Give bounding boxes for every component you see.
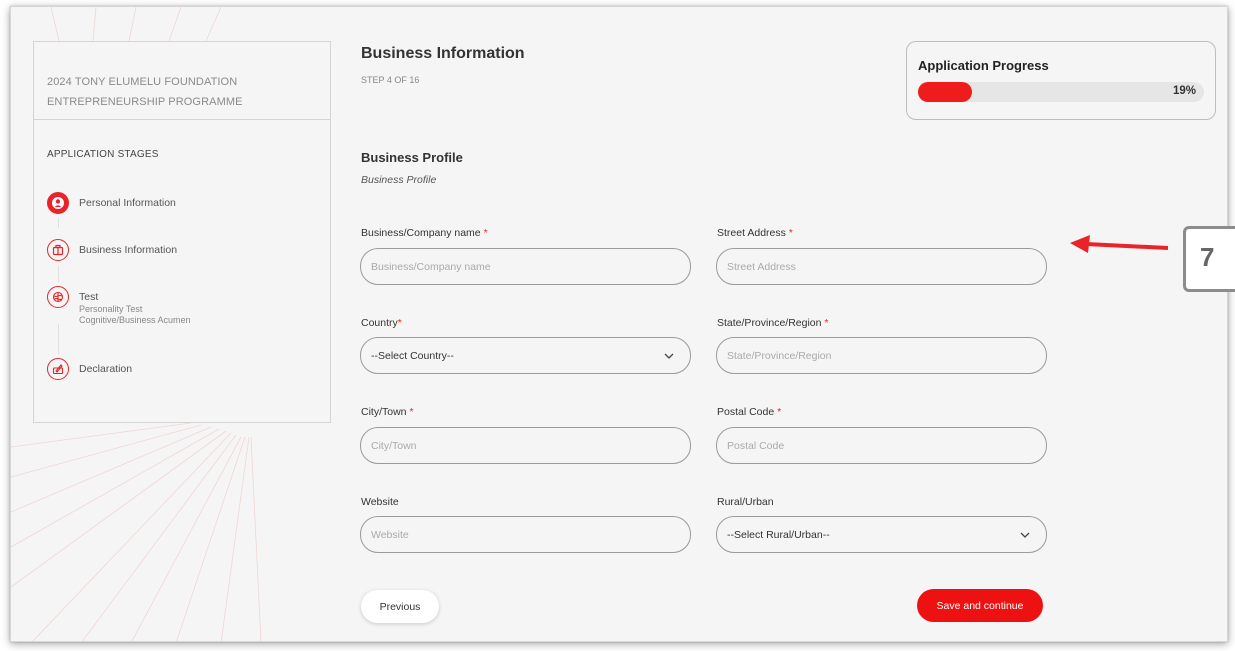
page-title: Business Information	[361, 45, 525, 62]
postal-code-label-text: Postal Code	[717, 406, 775, 418]
progress-bar: 19%	[918, 82, 1204, 102]
application-sidebar: 2024 TONY ELUMELU FOUNDATION ENTREPRENEU…	[33, 41, 331, 423]
stage-sub-cognitive: Cognitive/Business Acumen	[79, 315, 191, 325]
website-label-text: Website	[361, 496, 399, 508]
website-input[interactable]	[360, 516, 691, 553]
required-mark: *	[777, 406, 782, 418]
rural-urban-selected-value: --Select Rural/Urban--	[727, 528, 830, 541]
stage-business-information[interactable]: Business Information	[47, 239, 177, 261]
section-subtitle: Business Profile	[361, 174, 437, 186]
stage-test[interactable]: Test Personality Test Cognitive/Business…	[47, 286, 191, 326]
state-input[interactable]	[716, 337, 1047, 374]
company-name-label-text: Business/Company name	[361, 227, 481, 239]
stages-heading: APPLICATION STAGES	[47, 149, 159, 160]
annotation-arrow-icon	[1070, 235, 1169, 253]
rural-urban-label-text: Rural/Urban	[717, 496, 774, 508]
programme-title-line1: 2024 TONY ELUMELU FOUNDATION	[47, 76, 238, 88]
progress-title: Application Progress	[918, 58, 1049, 73]
postal-code-input[interactable]	[716, 427, 1047, 464]
rural-urban-select[interactable]: --Select Rural/Urban--	[716, 516, 1047, 553]
required-mark: *	[409, 406, 414, 418]
stage-connector	[58, 218, 59, 228]
chevron-down-icon	[1020, 532, 1030, 538]
required-mark: *	[483, 227, 488, 239]
state-label: State/Province/Region *	[717, 317, 829, 329]
progress-percent: 19%	[1172, 85, 1196, 97]
required-mark: *	[824, 317, 829, 329]
country-label: Country*	[361, 317, 402, 329]
country-selected-value: --Select Country--	[371, 349, 454, 362]
state-label-text: State/Province/Region	[717, 317, 822, 329]
country-select[interactable]: --Select Country--	[360, 337, 691, 374]
stage-declaration[interactable]: Declaration	[47, 358, 132, 380]
previous-button[interactable]: Previous	[361, 590, 439, 623]
country-label-text: Country	[361, 317, 398, 329]
signature-icon	[47, 358, 69, 380]
briefcase-icon	[47, 239, 69, 261]
company-name-label: Business/Company name *	[361, 227, 488, 239]
required-mark: *	[397, 317, 402, 329]
website-label: Website	[361, 496, 399, 508]
programme-title-line2: ENTREPRENEURSHIP PROGRAMME	[47, 96, 243, 108]
application-window: 2024 TONY ELUMELU FOUNDATION ENTREPRENEU…	[10, 6, 1228, 642]
application-progress-card: Application Progress 19%	[906, 41, 1216, 120]
section-title: Business Profile	[361, 150, 463, 165]
brain-icon	[47, 286, 69, 308]
stage-connector	[58, 324, 59, 354]
city-label: City/Town *	[361, 406, 414, 418]
programme-title: 2024 TONY ELUMELU FOUNDATION ENTREPRENEU…	[34, 42, 330, 120]
street-address-label-text: Street Address	[717, 227, 786, 239]
stage-label: Test	[79, 291, 99, 303]
required-mark: *	[788, 227, 793, 239]
street-address-input[interactable]	[716, 248, 1047, 285]
user-icon	[47, 192, 69, 214]
progress-bar-fill	[918, 82, 973, 102]
company-name-input[interactable]	[360, 248, 691, 285]
annotation-step-number: 7	[1183, 226, 1235, 292]
stage-label: Declaration	[79, 363, 133, 375]
street-address-label: Street Address *	[717, 227, 793, 239]
rural-urban-label: Rural/Urban	[717, 496, 774, 508]
stage-sub-personality: Personality Test	[79, 304, 143, 314]
step-indicator: STEP 4 OF 16	[361, 75, 420, 85]
stage-connector	[58, 266, 59, 282]
city-label-text: City/Town	[361, 406, 407, 418]
chevron-down-icon	[664, 353, 674, 359]
stage-label: Business Information	[79, 244, 178, 256]
city-input[interactable]	[360, 427, 691, 464]
postal-code-label: Postal Code *	[717, 406, 781, 418]
stage-label: Personal Information	[79, 197, 176, 209]
save-and-continue-button[interactable]: Save and continue	[917, 589, 1043, 622]
stage-personal-information[interactable]: Personal Information	[47, 192, 176, 214]
